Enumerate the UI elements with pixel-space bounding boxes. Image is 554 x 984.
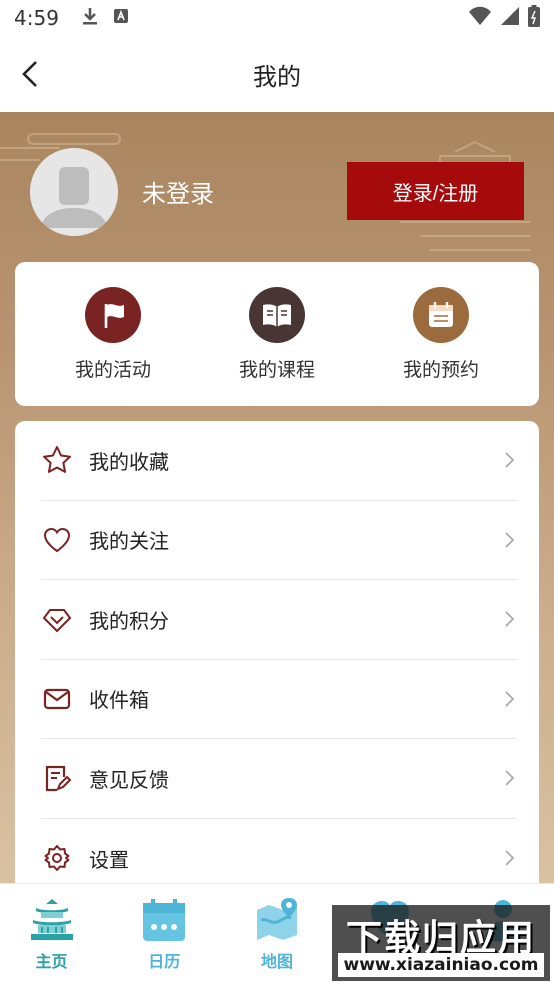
app-notification-icon [113,8,129,28]
star-icon [41,444,73,476]
menu-item-label: 我的关注 [89,529,169,554]
login-register-button[interactable]: 登录/注册 [347,162,524,220]
wifi-icon [468,6,492,30]
status-time: 4:59 [14,6,59,30]
book-icon [249,286,305,343]
menu-item-following[interactable]: 我的关注 [41,501,517,580]
menu-item-feedback[interactable]: 意见反馈 [41,739,517,819]
diamond-icon [41,603,73,635]
mail-icon [41,683,73,715]
watermark-logo: 下载归应用 www.xiazainiao.com [332,905,550,981]
tab-calendar[interactable]: 日历 [113,884,216,984]
menu-item-label: 我的积分 [89,608,169,633]
chevron-left-icon [22,61,37,87]
tab-label: 主页 [35,952,68,971]
menu-item-label: 设置 [89,847,129,872]
chevron-right-icon [505,611,515,627]
chevron-right-icon [505,532,515,548]
quick-action-activities[interactable]: 我的活动 [43,286,183,382]
tab-map[interactable]: 地图 [226,884,329,984]
menu-list: 我的收藏 我的关注 我的积分 收件箱 意见反馈 设置 [15,421,539,891]
quick-action-reservations[interactable]: 我的预约 [371,286,511,382]
tab-label: 地图 [260,952,293,971]
chevron-right-icon [505,691,515,707]
status-bar: 4:59 [0,0,554,36]
flag-icon [85,286,141,343]
back-button[interactable] [16,56,48,92]
signal-icon [500,6,520,30]
app-header: 我的 [0,36,554,112]
chevron-right-icon [505,452,515,468]
chevron-right-icon [505,850,515,866]
download-icon [81,6,99,30]
menu-item-inbox[interactable]: 收件箱 [41,660,517,739]
tab-label: 日历 [148,952,181,971]
quick-action-label: 我的预约 [402,358,479,381]
gear-icon [41,842,73,874]
watermark-url: www.xiazainiao.com [338,953,544,977]
menu-item-label: 我的收藏 [89,449,169,474]
quick-action-label: 我的课程 [238,358,315,381]
heart-icon [41,524,73,556]
quick-actions-card: 我的活动 我的课程 我的预约 [15,262,539,406]
pagoda-icon [28,896,76,944]
calendar-icon [140,896,188,944]
calendar-icon [413,286,469,343]
avatar[interactable] [30,148,118,236]
feedback-icon [41,762,73,794]
login-status-text: 未登录 [142,180,214,208]
battery-icon [528,5,540,31]
menu-item-favorites[interactable]: 我的收藏 [41,421,517,501]
map-icon [253,896,301,944]
quick-action-label: 我的活动 [74,358,151,381]
menu-item-points[interactable]: 我的积分 [41,580,517,660]
quick-action-courses[interactable]: 我的课程 [207,286,347,382]
menu-item-label: 意见反馈 [89,767,169,792]
menu-item-label: 收件箱 [89,688,149,713]
user-silhouette-icon [30,148,118,236]
chevron-right-icon [505,770,515,786]
tab-home[interactable]: 主页 [0,884,103,984]
page-title: 我的 [253,62,301,91]
